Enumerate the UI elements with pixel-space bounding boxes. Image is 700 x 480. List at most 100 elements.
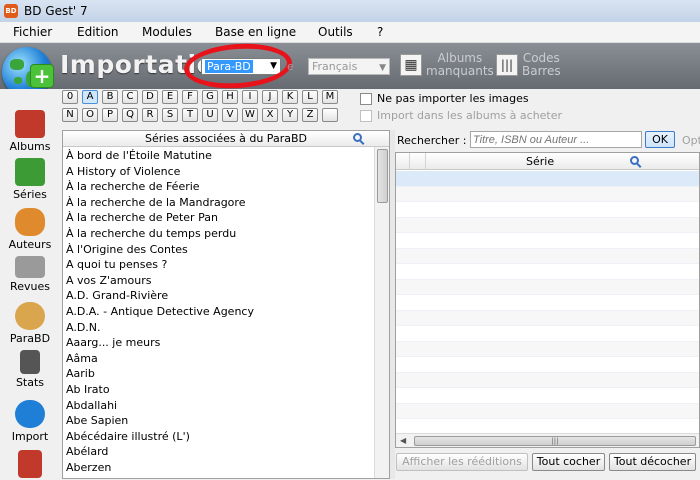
list-item[interactable]: Aarib [63,366,373,382]
header-cell[interactable] [396,153,410,170]
letter-button[interactable]: Z [302,108,318,122]
letter-button[interactable]: N [62,108,78,122]
table-row[interactable] [396,233,699,249]
sidebar-item-auteurs[interactable]: Auteurs [0,208,60,251]
list-item[interactable]: Ab Irato [63,382,373,398]
letter-button[interactable]: O [82,108,98,122]
menu-modules[interactable]: Modules [142,25,192,39]
menu-help[interactable]: ? [377,25,383,39]
letter-button[interactable]: J [262,90,278,104]
uncheck-all-button[interactable]: Tout décocher [609,453,696,471]
letter-button[interactable]: U [202,108,218,122]
table-row[interactable] [396,295,699,311]
letter-button[interactable]: M [322,90,338,104]
letter-button[interactable]: Y [282,108,298,122]
table-row[interactable] [396,403,699,419]
letter-button[interactable]: C [122,90,138,104]
list-item[interactable]: Abe Sapien [63,413,373,429]
table-row[interactable] [396,264,699,280]
letter-button[interactable]: G [202,90,218,104]
search-icon[interactable] [353,133,362,142]
list-item[interactable]: À la recherche du temps perdu [63,226,373,242]
sidebar-item-import[interactable]: Import [0,400,60,443]
letter-button[interactable]: E [162,90,178,104]
letter-button[interactable]: P [102,108,118,122]
list-item[interactable]: À bord de l'Étoile Matutine [63,148,373,164]
letter-button[interactable]: 0 [62,90,78,104]
barcodes-button[interactable]: ||| Codes Barres [496,52,561,78]
options-label[interactable]: Opt [682,134,700,147]
checkbox-box[interactable] [360,92,372,105]
letter-button[interactable]: S [162,108,178,122]
table-row[interactable] [396,171,699,187]
table-row[interactable] [396,372,699,388]
list-item[interactable]: A.D. Grand-Rivière [63,288,373,304]
sidebar-item-albums[interactable]: Albums [0,110,60,153]
letter-button[interactable]: H [222,90,238,104]
list-item[interactable]: A.D.N. [63,320,373,336]
list-item[interactable]: Aberzen [63,460,373,476]
serie-column-title[interactable]: Série [526,155,554,168]
letter-button[interactable]: D [142,90,158,104]
letter-button[interactable]: L [302,90,318,104]
list-item[interactable]: A quoi tu penses ? [63,257,373,273]
scrollbar-thumb[interactable] [377,149,388,203]
letter-button[interactable]: F [182,90,198,104]
sidebar-item-revues[interactable]: Revues [0,256,60,293]
list-item[interactable]: Abécédaire illustré (L') [63,429,373,445]
search-ok-button[interactable]: OK [645,131,675,148]
sidebar-item-series[interactable]: Séries [0,158,60,201]
parabd-palette-icon [15,302,45,330]
list-item[interactable]: Abdallahi [63,398,373,414]
table-row[interactable] [396,326,699,342]
list-item[interactable]: À l'Origine des Contes [63,242,373,258]
letter-button[interactable]: K [282,90,298,104]
letter-button[interactable]: B [102,90,118,104]
sidebar-item-stats[interactable]: Stats [0,350,60,389]
list-item[interactable]: Abélard [63,444,373,460]
list-item[interactable]: A.D.A. - Antique Detective Agency [63,304,373,320]
menu-edition[interactable]: Edition [77,25,119,39]
list-item[interactable]: À la recherche de la Mandragore [63,195,373,211]
search-icon[interactable] [630,156,639,165]
letter-button[interactable]: X [262,108,278,122]
table-row[interactable] [396,357,699,373]
list-item[interactable]: À la recherche de Peter Pan [63,210,373,226]
letter-button[interactable]: A [82,90,98,104]
table-row[interactable] [396,310,699,326]
check-all-button[interactable]: Tout cocher [532,453,605,471]
list-item[interactable]: Aâma [63,351,373,367]
sidebar-item-calendar[interactable] [0,450,60,480]
table-row[interactable] [396,388,699,404]
letter-button[interactable]: V [222,108,238,122]
table-row[interactable] [396,202,699,218]
scrollbar-thumb[interactable]: ||| [414,436,696,446]
sidebar-item-parabd[interactable]: ParaBD [0,302,60,345]
series-column-header[interactable]: Séries associées à du ParaBD [63,131,389,147]
letter-button-blank[interactable] [322,108,338,122]
table-row[interactable] [396,186,699,202]
list-item[interactable]: A History of Violence [63,164,373,180]
list-item[interactable]: Aaarg... je meurs [63,335,373,351]
list-item[interactable]: A vos Z'amours [63,273,373,289]
menu-base-en-ligne[interactable]: Base en ligne [215,25,296,39]
table-row[interactable] [396,217,699,233]
no-images-checkbox[interactable]: Ne pas importer les images [360,92,529,105]
search-input[interactable] [470,131,642,148]
letter-button[interactable]: R [142,108,158,122]
menu-outils[interactable]: Outils [318,25,353,39]
header-cell[interactable] [410,153,426,170]
letter-button[interactable]: T [182,108,198,122]
table-row[interactable] [396,341,699,357]
scroll-left-icon[interactable]: ◀ [400,436,406,445]
menu-fichier[interactable]: Fichier [13,25,52,39]
letter-button[interactable]: I [242,90,258,104]
results-hscrollbar[interactable]: ◀ ||| [396,433,699,447]
letter-button[interactable]: W [242,108,258,122]
letter-button[interactable]: Q [122,108,138,122]
albums-missing-button[interactable]: ▦ Albums manquants [400,52,494,78]
series-scrollbar[interactable] [374,147,389,478]
list-item[interactable]: À la recherche de Féerie [63,179,373,195]
table-row[interactable] [396,248,699,264]
table-row[interactable] [396,279,699,295]
